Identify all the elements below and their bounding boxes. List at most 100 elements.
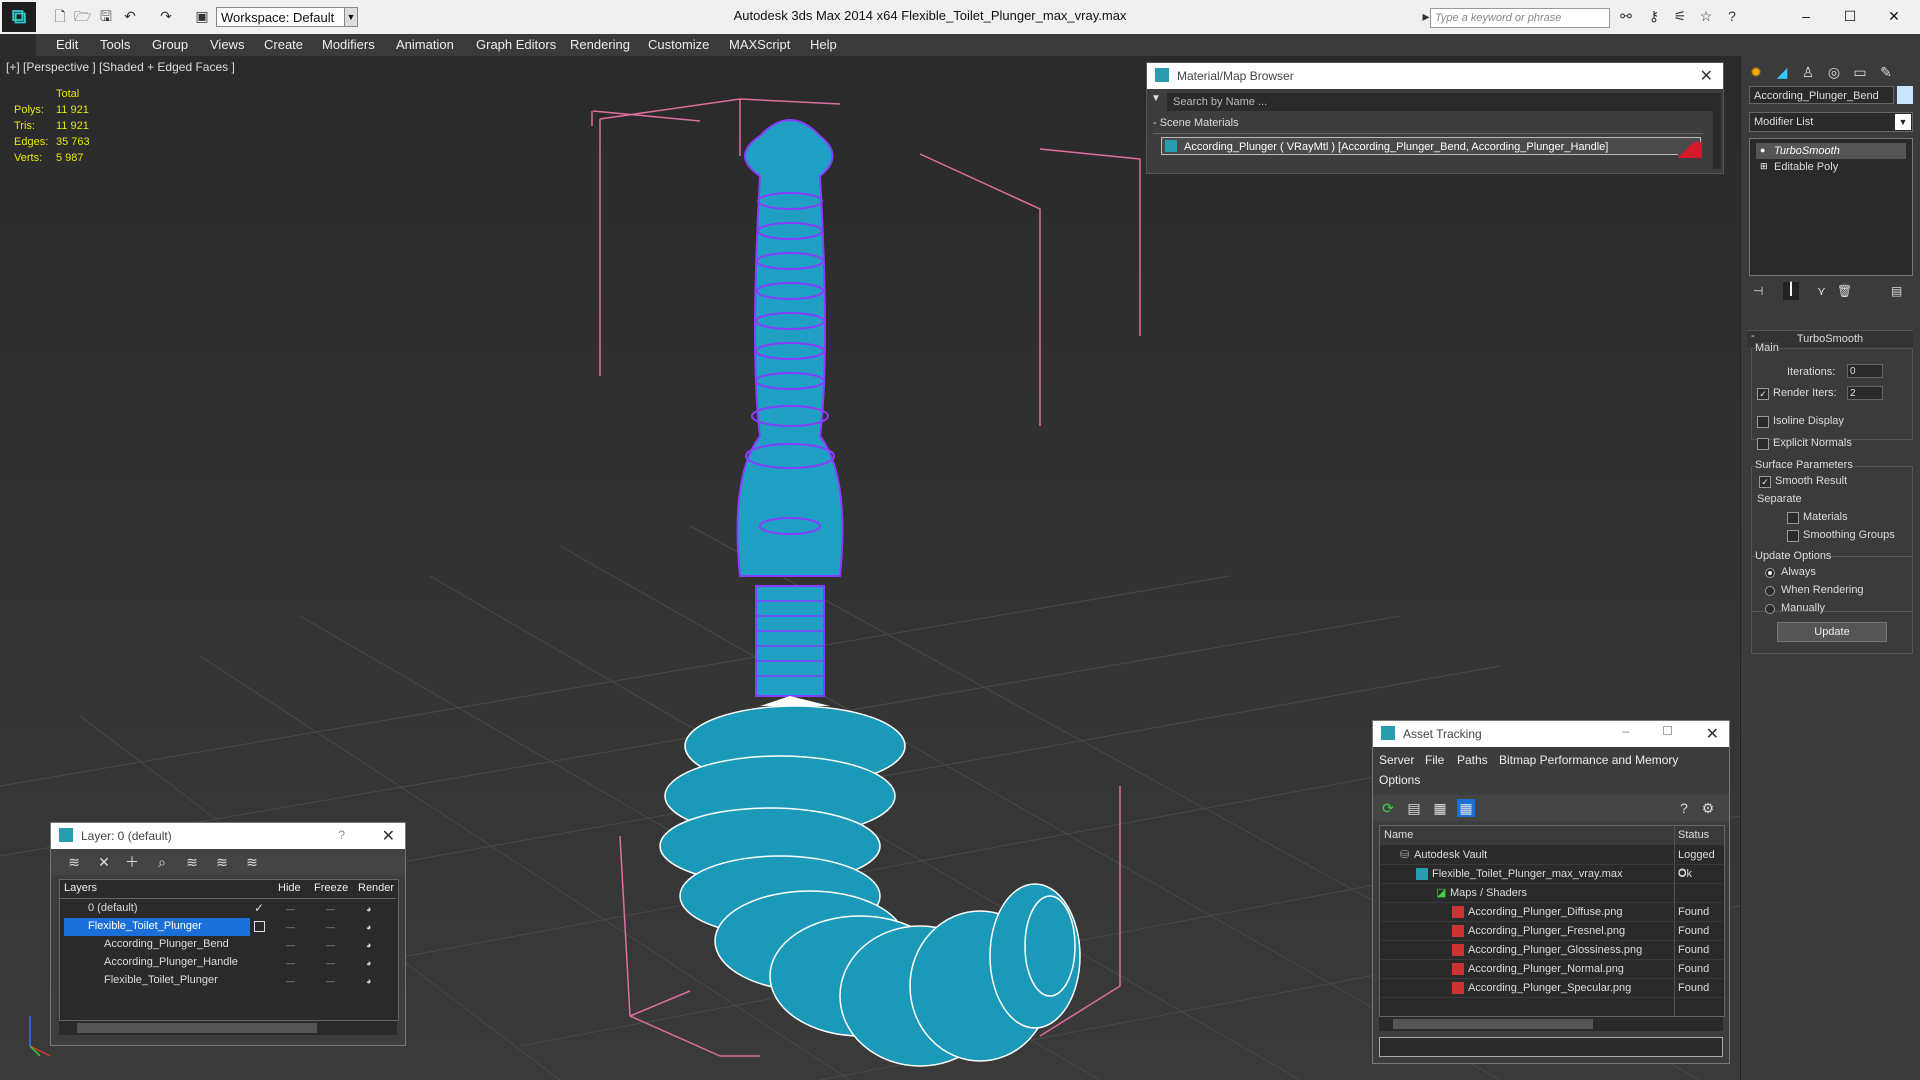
render-teapot-icon[interactable]: ◕ [366, 958, 371, 968]
help-icon[interactable]: ? [338, 828, 345, 842]
layer-row[interactable]: 0 (default) ✓ — — ◕ [60, 900, 396, 918]
close-icon[interactable]: ✕ [382, 826, 395, 846]
freeze-column-header[interactable]: Freeze [314, 882, 348, 894]
display-tab-icon[interactable]: ▭ [1849, 62, 1871, 82]
isoline-display-checkbox[interactable] [1757, 416, 1769, 428]
pin-stack-icon[interactable]: ⊣ [1753, 284, 1763, 298]
close-icon[interactable]: ✕ [1706, 724, 1719, 744]
open-file-icon[interactable]: 🗁 [74, 8, 91, 24]
menu-options[interactable]: Options [1379, 773, 1420, 787]
status-column-header[interactable]: Status [1678, 826, 1709, 844]
menu-tools[interactable]: Tools [100, 37, 130, 52]
menu-paths[interactable]: Paths [1457, 753, 1488, 767]
scrollbar[interactable] [1713, 93, 1721, 169]
chevron-down-icon[interactable]: ▼ [1895, 114, 1911, 130]
grid-view-icon[interactable]: ▦ [1457, 799, 1475, 817]
chevron-down-icon[interactable]: ▼ [1151, 93, 1161, 104]
asset-path-field[interactable] [1379, 1037, 1723, 1057]
iterations-spinner[interactable]: 0 [1847, 364, 1883, 378]
materials-checkbox[interactable] [1787, 512, 1799, 524]
stack-item-turbosmooth[interactable]: TurboSmooth [1756, 143, 1906, 159]
search-input[interactable]: Type a keyword or phrase [1430, 8, 1610, 28]
update-button[interactable]: Update [1777, 622, 1887, 642]
freeze-toggle[interactable]: — [326, 958, 335, 968]
table-row[interactable]: According_Plunger_Fresnel.png Found [1380, 922, 1724, 941]
chevron-down-icon[interactable]: ▼ [344, 7, 358, 27]
new-file-icon[interactable]: 🗋 [52, 8, 68, 24]
hide-toggle[interactable]: — [286, 976, 295, 986]
settings-icon[interactable]: ⚙ [1699, 799, 1717, 817]
collapse-icon[interactable]: - [1751, 330, 1755, 342]
layer-row[interactable]: According_Plunger_Bend — — ◕ [60, 936, 396, 954]
viewport-label[interactable]: [+] [Perspective ] [Shaded + Edged Faces… [6, 60, 235, 74]
hide-column-header[interactable]: Hide [278, 882, 301, 894]
current-layer-box-icon[interactable] [254, 921, 265, 932]
key-icon[interactable]: ⚷ [1646, 8, 1662, 24]
table-view-icon[interactable]: ▦ [1431, 799, 1449, 817]
explicit-normals-checkbox[interactable] [1757, 438, 1769, 450]
render-teapot-icon[interactable]: ◕ [366, 904, 371, 914]
menu-modifiers[interactable]: Modifiers [322, 37, 375, 52]
redo-icon[interactable]: ↷ [158, 8, 174, 24]
render-teapot-icon[interactable]: ◕ [366, 976, 371, 986]
render-teapot-icon[interactable]: ◕ [366, 922, 371, 932]
create-tab-icon[interactable]: ✹ [1745, 62, 1767, 82]
make-unique-icon[interactable]: ⋎ [1817, 284, 1826, 298]
help-icon[interactable]: ? [1724, 8, 1740, 24]
close-icon[interactable]: ✕ [1700, 66, 1713, 86]
layers-column-header[interactable]: Layers [64, 882, 97, 894]
select-objects-icon[interactable]: ⌕ [153, 853, 171, 871]
select-layer-icon[interactable]: ≋ [183, 853, 201, 871]
motion-tab-icon[interactable]: ◎ [1823, 62, 1845, 82]
minimize-button[interactable]: – [1786, 4, 1826, 28]
object-name-field[interactable]: According_Plunger_Bend [1749, 86, 1894, 104]
workspace-dropdown[interactable]: Workspace: Default [216, 7, 356, 27]
render-teapot-icon[interactable]: ◕ [366, 940, 371, 950]
light-bulb-icon[interactable]: ● [1760, 145, 1765, 155]
communication-icon[interactable]: ⚟ [1672, 8, 1688, 24]
minimize-button[interactable]: – [1622, 724, 1629, 738]
layer-row[interactable]: According_Plunger_Handle — — ◕ [60, 954, 396, 972]
refresh-icon[interactable]: ⟳ [1379, 799, 1397, 817]
configure-sets-icon[interactable]: ▤ [1891, 284, 1902, 298]
table-row[interactable]: ⛁ Autodesk Vault Logged O [1380, 846, 1724, 879]
maximize-button[interactable]: ☐ [1830, 4, 1870, 28]
remove-modifier-icon[interactable]: 🗑 [1837, 284, 1852, 298]
menu-maxscript[interactable]: MAXScript [729, 37, 790, 52]
scene-materials-section[interactable]: - Scene Materials [1153, 117, 1703, 134]
smooth-result-checkbox[interactable]: ✓ [1759, 476, 1771, 488]
object-color-swatch[interactable] [1897, 86, 1913, 104]
menu-group[interactable]: Group [152, 37, 188, 52]
name-column-header[interactable]: Name [1384, 826, 1413, 844]
hide-toggle[interactable]: — [286, 958, 295, 968]
freeze-toggle[interactable]: — [326, 904, 335, 914]
freeze-toggle[interactable]: — [326, 940, 335, 950]
manually-radio[interactable] [1765, 604, 1775, 614]
delete-layer-icon[interactable]: ✕ [95, 853, 113, 871]
menu-help[interactable]: Help [810, 37, 837, 52]
hide-toggle[interactable]: — [286, 940, 295, 950]
menu-animation[interactable]: Animation [396, 37, 454, 52]
layer-row[interactable]: Flexible_Toilet_Plunger — — ◕ [60, 918, 396, 936]
list-view-icon[interactable]: ▤ [1405, 799, 1423, 817]
menu-server[interactable]: Server [1379, 753, 1414, 767]
render-iters-checkbox[interactable]: ✓ [1757, 388, 1769, 400]
always-radio[interactable] [1765, 568, 1775, 578]
set-current-layer-icon[interactable]: ≋ [213, 853, 231, 871]
horizontal-scrollbar[interactable] [1379, 1017, 1723, 1031]
horizontal-scrollbar[interactable] [59, 1021, 397, 1035]
undo-icon[interactable]: ↶ [122, 8, 138, 24]
hierarchy-tab-icon[interactable]: ♙ [1797, 62, 1819, 82]
hide-toggle[interactable]: — [286, 922, 295, 932]
modifier-list-dropdown[interactable]: Modifier List [1749, 112, 1913, 132]
close-button[interactable]: ✕ [1874, 4, 1914, 28]
add-to-layer-icon[interactable]: ＋ [123, 853, 141, 871]
save-icon[interactable]: 🖫 [98, 8, 114, 24]
smoothing-groups-checkbox[interactable] [1787, 530, 1799, 542]
project-folder-icon[interactable]: ▣ [194, 8, 210, 24]
freeze-toggle[interactable]: — [326, 922, 335, 932]
show-end-result-icon[interactable]: ┃ [1783, 282, 1799, 300]
utilities-tab-icon[interactable]: ✎ [1875, 62, 1897, 82]
hide-freeze-all-icon[interactable]: ≋ [243, 853, 261, 871]
table-row[interactable]: ◪ Maps / Shaders [1380, 884, 1724, 903]
